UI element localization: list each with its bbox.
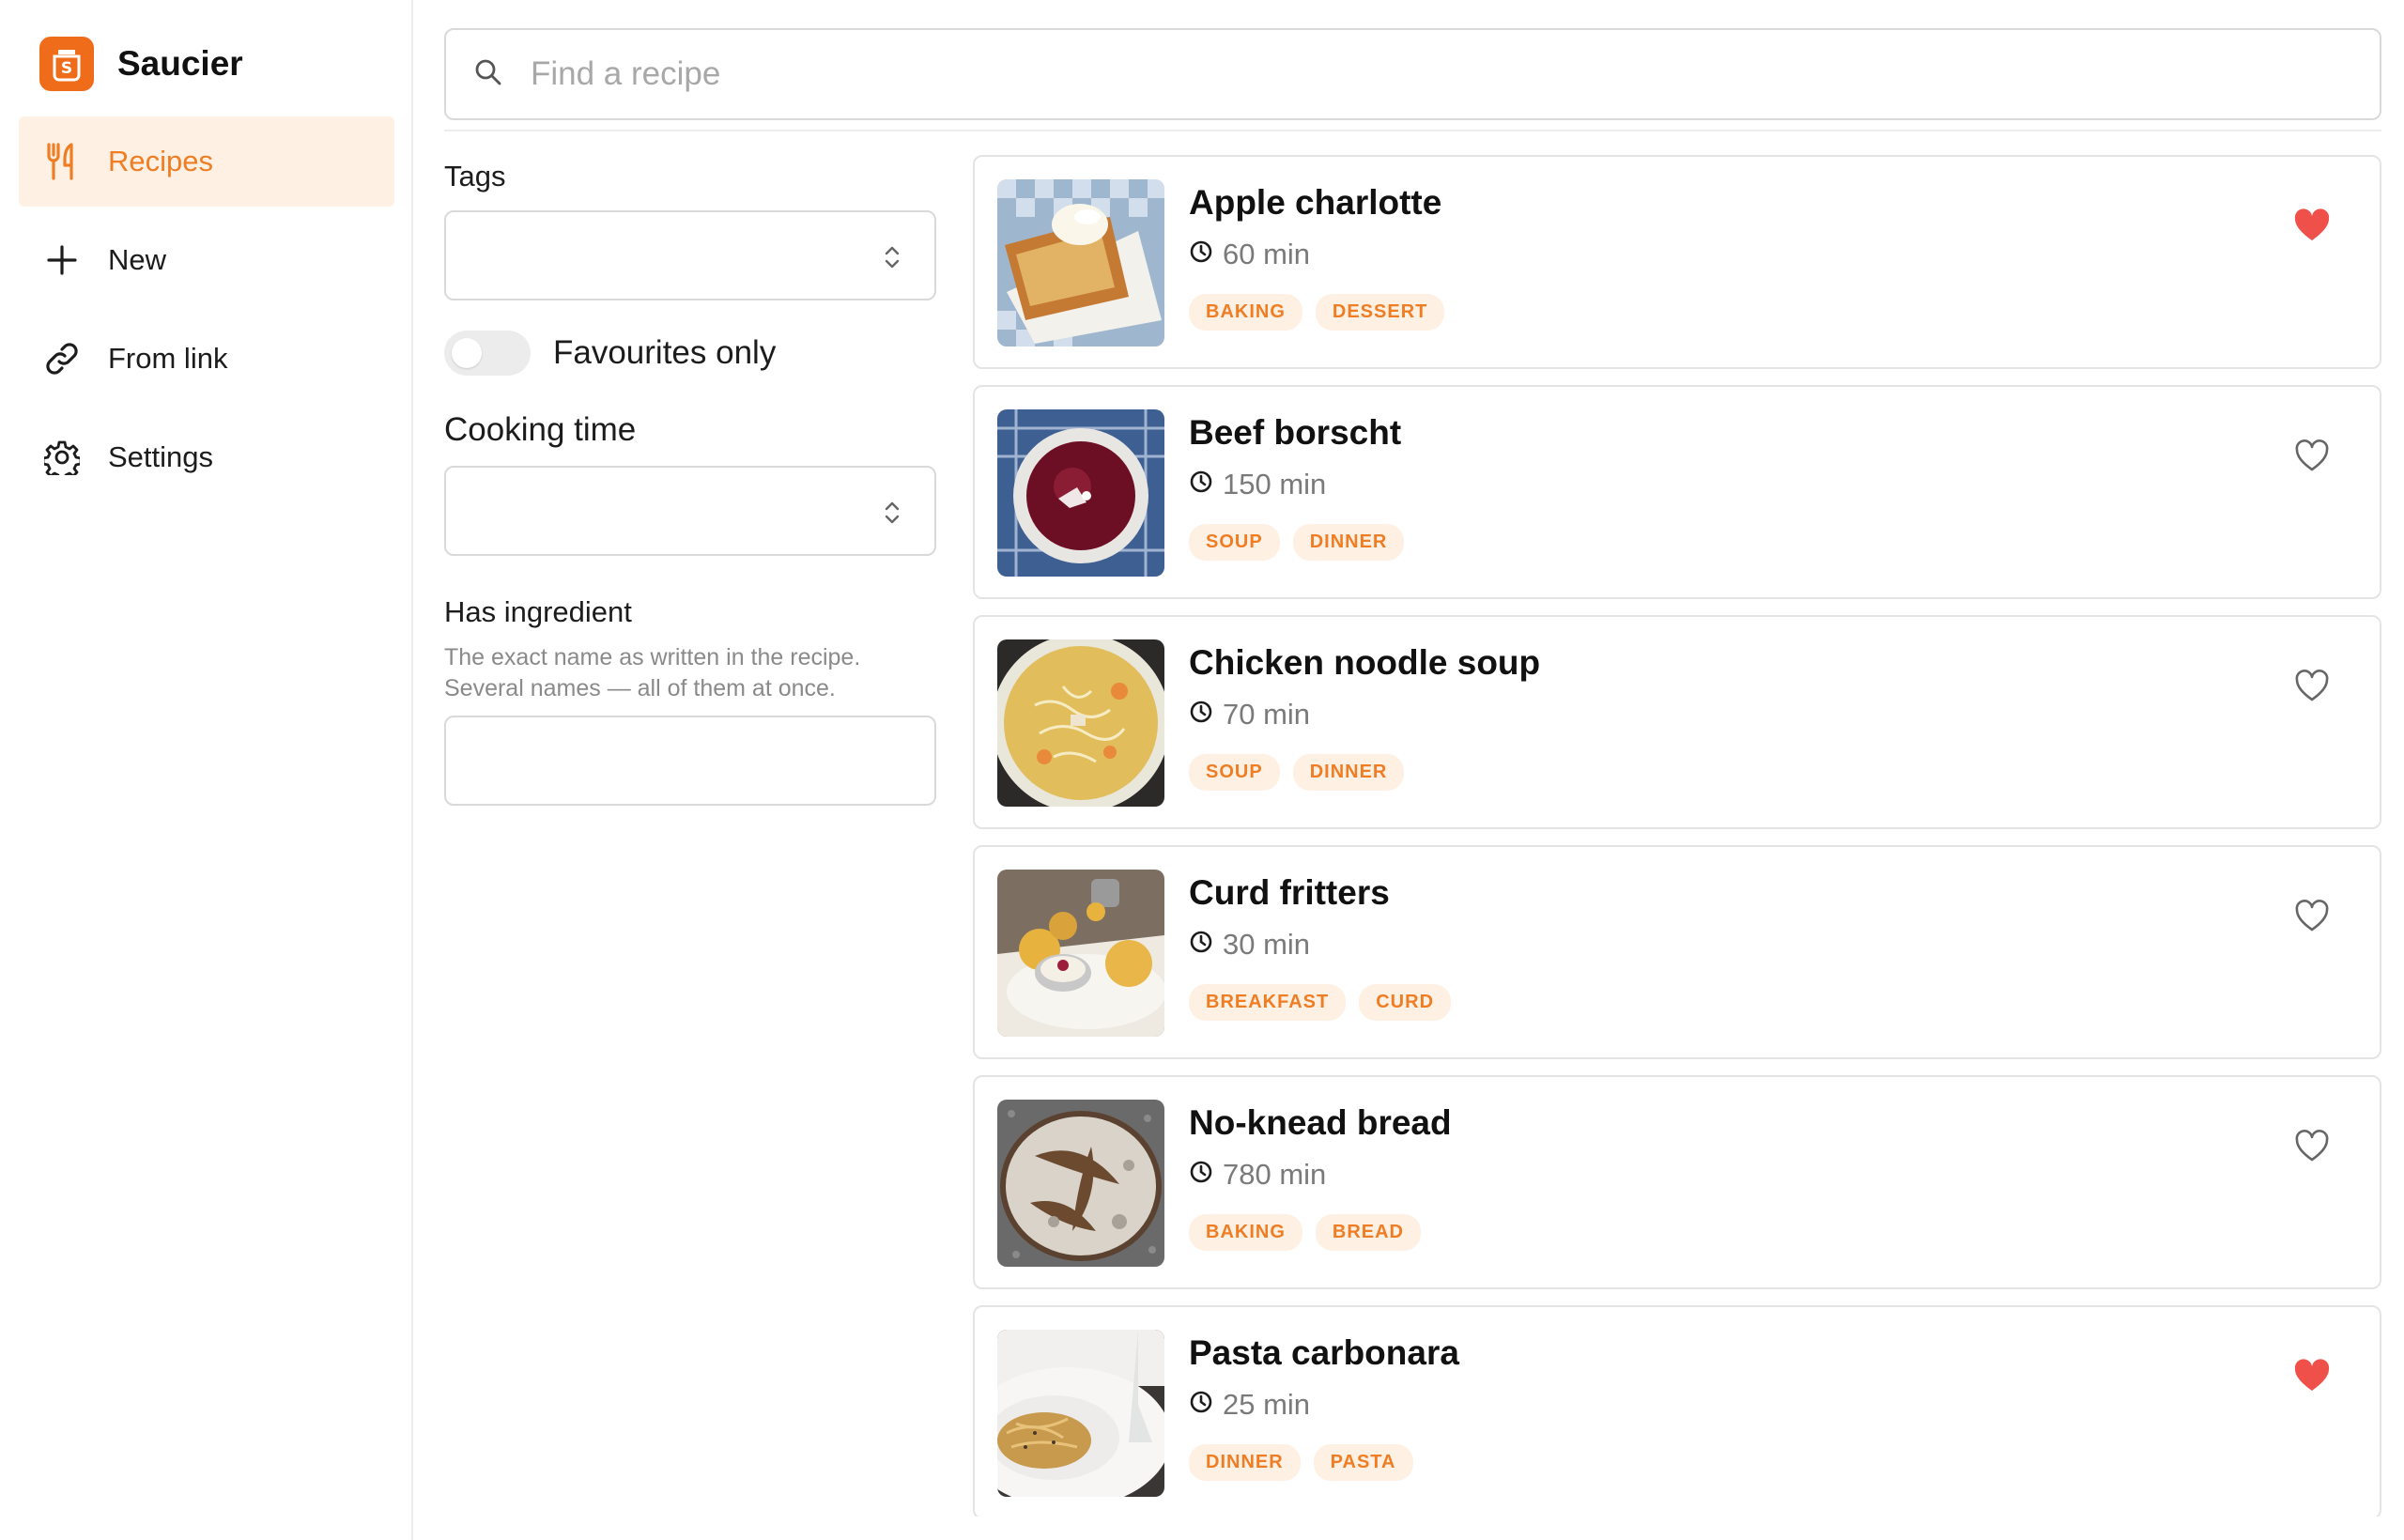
sidebar: S Saucier Recipes New From link Settings: [0, 0, 413, 1540]
sidebar-item-label: Settings: [108, 440, 214, 473]
recipe-time: 70 min: [1189, 698, 1310, 732]
search-bar[interactable]: [444, 28, 2381, 120]
chevron-up-down-icon: [884, 500, 901, 531]
heart-outline-icon[interactable]: [2293, 898, 2331, 935]
recipe-time: 780 min: [1189, 1158, 1326, 1192]
sidebar-item-recipes[interactable]: Recipes: [19, 116, 394, 207]
sidebar-item-settings[interactable]: Settings: [19, 412, 394, 502]
tags-label: Tags: [444, 160, 506, 192]
recipe-tag[interactable]: DINNER: [1189, 1444, 1301, 1481]
recipe-tag[interactable]: BAKING: [1189, 1214, 1302, 1251]
recipe-card[interactable]: Beef borscht 150 min SOUP DINNER: [973, 385, 2381, 599]
heart-outline-icon[interactable]: [2293, 1128, 2331, 1165]
recipe-tag[interactable]: SOUP: [1189, 754, 1280, 791]
has-ingredient-input[interactable]: [444, 716, 936, 806]
tags-select[interactable]: [444, 210, 936, 300]
recipe-thumbnail: [997, 639, 1164, 807]
recipe-time: 60 min: [1189, 238, 1310, 271]
recipe-card[interactable]: Apple charlotte 60 min BAKING DESSERT: [973, 155, 2381, 369]
clock-icon: [1189, 698, 1213, 732]
clock-icon: [1189, 468, 1213, 501]
filters-panel: Tags Favourites only Cooking time Has in…: [444, 160, 936, 806]
recipe-title: Apple charlotte: [1189, 183, 1442, 222]
has-ingredient-desc-line: The exact name as written in the recipe.: [444, 644, 861, 670]
recipe-title: Chicken noodle soup: [1189, 643, 1541, 682]
toggle-knob: [452, 338, 482, 368]
recipe-card[interactable]: Curd fritters 30 min BREAKFAST CURD: [973, 845, 2381, 1059]
recipe-tag[interactable]: DINNER: [1292, 754, 1405, 791]
favourites-label: Favourites only: [553, 334, 777, 371]
recipe-card[interactable]: Pasta carbonara 25 min DINNER PASTA: [973, 1305, 2381, 1517]
recipe-time-value: 60 min: [1223, 238, 1311, 270]
has-ingredient-description: The exact name as written in the recipe.…: [444, 642, 936, 704]
sidebar-item-new[interactable]: New: [19, 215, 394, 305]
recipe-tag[interactable]: SOUP: [1189, 524, 1280, 561]
recipe-thumbnail: [997, 409, 1164, 577]
has-ingredient-desc-line: Several names — all of them at once.: [444, 675, 836, 701]
favourites-toggle[interactable]: [444, 331, 531, 376]
recipe-tag[interactable]: DESSERT: [1315, 294, 1445, 331]
recipe-tags: BAKING BREAD: [1189, 1214, 1434, 1251]
recipe-tags: SOUP DINNER: [1189, 524, 1417, 561]
recipe-title: Beef borscht: [1189, 413, 1402, 452]
sidebar-item-label: Recipes: [108, 145, 213, 177]
clock-icon: [1189, 1158, 1213, 1192]
sidebar-item-label: From link: [108, 342, 228, 375]
saucier-logo-icon: S: [39, 37, 94, 91]
recipe-tags: SOUP DINNER: [1189, 754, 1417, 791]
recipe-time-value: 150 min: [1223, 468, 1327, 500]
heart-filled-icon[interactable]: [2293, 1358, 2331, 1395]
divider: [444, 130, 2381, 131]
recipe-title: Curd fritters: [1189, 873, 1390, 912]
favourites-row: Favourites only: [444, 331, 936, 376]
has-ingredient-label: Has ingredient: [444, 595, 632, 628]
recipe-title: Pasta carbonara: [1189, 1333, 1459, 1372]
recipe-thumbnail: [997, 179, 1164, 346]
heart-outline-icon[interactable]: [2293, 668, 2331, 705]
clock-icon: [1189, 238, 1213, 271]
recipe-thumbnail: [997, 870, 1164, 1037]
heart-outline-icon[interactable]: [2293, 438, 2331, 475]
cooking-time-select[interactable]: [444, 466, 936, 556]
recipe-thumbnail: [997, 1100, 1164, 1267]
sidebar-item-from-link[interactable]: From link: [19, 314, 394, 404]
recipe-time: 25 min: [1189, 1388, 1310, 1422]
gear-icon: [42, 438, 82, 477]
chevron-up-down-icon: [884, 244, 901, 275]
clock-icon: [1189, 1388, 1213, 1422]
fork-knife-icon: [42, 142, 82, 181]
recipe-tag[interactable]: BREAKFAST: [1189, 984, 1347, 1021]
recipe-card[interactable]: No-knead bread 780 min BAKING BREAD: [973, 1075, 2381, 1289]
cooking-time-label: Cooking time: [444, 411, 637, 448]
recipe-tag[interactable]: BAKING: [1189, 294, 1302, 331]
recipe-card[interactable]: Chicken noodle soup 70 min SOUP DINNER: [973, 615, 2381, 829]
recipe-time: 150 min: [1189, 468, 1326, 501]
sidebar-nav: Recipes New From link Settings: [19, 116, 394, 511]
recipe-time-value: 25 min: [1223, 1388, 1311, 1421]
search-input[interactable]: [531, 55, 2315, 93]
heart-filled-icon[interactable]: [2293, 208, 2331, 245]
sidebar-item-label: New: [108, 243, 167, 276]
plus-icon: [42, 240, 82, 280]
recipe-list: Apple charlotte 60 min BAKING DESSERT Be…: [973, 155, 2381, 1517]
recipe-time-value: 30 min: [1223, 928, 1311, 961]
recipe-tag[interactable]: DINNER: [1292, 524, 1405, 561]
app-name: Saucier: [117, 44, 243, 83]
recipe-tags: BREAKFAST CURD: [1189, 984, 1464, 1021]
recipe-time-value: 780 min: [1223, 1158, 1327, 1191]
recipe-time-value: 70 min: [1223, 698, 1311, 731]
recipe-tags: DINNER PASTA: [1189, 1444, 1426, 1481]
brand[interactable]: S Saucier: [39, 36, 243, 92]
recipe-tag[interactable]: CURD: [1359, 984, 1452, 1021]
recipe-tags: BAKING DESSERT: [1189, 294, 1457, 331]
recipe-time: 30 min: [1189, 928, 1310, 962]
recipe-title: No-knead bread: [1189, 1103, 1452, 1142]
recipe-thumbnail: [997, 1330, 1164, 1497]
recipe-tag[interactable]: BREAD: [1315, 1214, 1422, 1251]
clock-icon: [1189, 928, 1213, 962]
svg-text:S: S: [61, 59, 72, 78]
recipe-tag[interactable]: PASTA: [1313, 1444, 1413, 1481]
search-icon: [474, 58, 502, 91]
link-icon: [42, 339, 82, 378]
